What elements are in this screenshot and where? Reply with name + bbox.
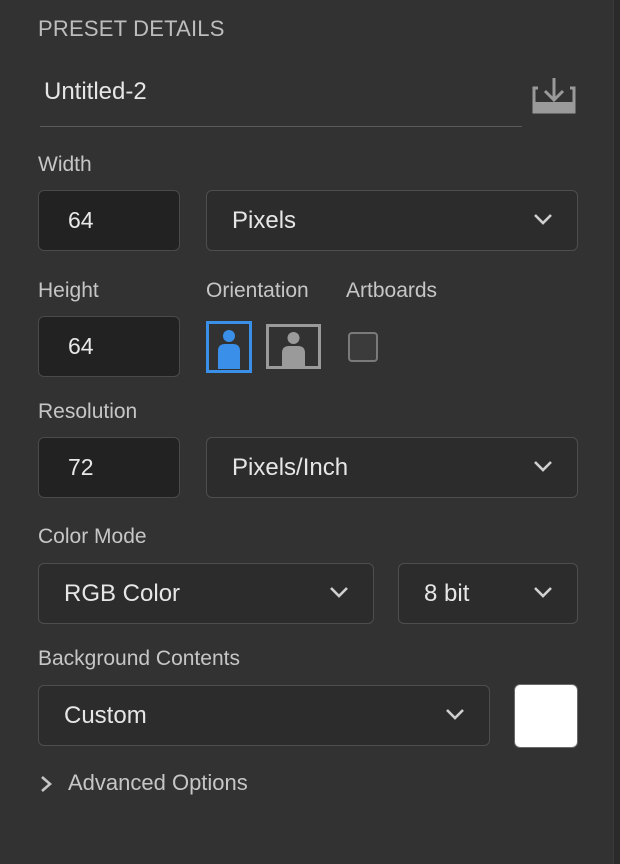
width-unit-value: Pixels <box>232 207 297 234</box>
background-color-swatch[interactable] <box>514 684 578 748</box>
chevron-down-icon <box>534 461 552 472</box>
preset-name-field[interactable]: Untitled-2 <box>44 78 147 106</box>
chevron-right-icon <box>41 776 52 792</box>
resolution-input[interactable]: 72 <box>38 437 180 498</box>
save-preset-icon <box>532 78 576 114</box>
panel-scroll-edge <box>613 0 620 864</box>
section-title: PRESET DETAILS <box>38 16 225 41</box>
width-unit-dropdown[interactable]: Pixels <box>206 190 578 251</box>
chevron-down-icon <box>534 214 552 225</box>
resolution-unit-value: Pixels/Inch <box>232 454 349 481</box>
chevron-down-icon <box>446 709 464 720</box>
preset-name-underline <box>40 126 522 127</box>
artboards-label: Artboards <box>346 279 438 302</box>
portrait-orientation-button[interactable] <box>206 321 252 373</box>
chevron-down-icon <box>534 587 552 598</box>
landscape-icon <box>266 324 321 369</box>
landscape-orientation-button[interactable] <box>266 324 321 369</box>
bit-depth-dropdown[interactable]: 8 bit <box>398 563 578 624</box>
bit-depth-value: 8 bit <box>424 580 470 607</box>
orientation-label: Orientation <box>206 279 309 302</box>
color-mode-value: RGB Color <box>64 580 181 607</box>
resolution-label: Resolution <box>38 400 138 423</box>
height-label: Height <box>38 279 99 302</box>
color-mode-dropdown[interactable]: RGB Color <box>38 563 374 624</box>
color-mode-label: Color Mode <box>38 525 147 548</box>
portrait-icon <box>206 321 252 373</box>
background-contents-label: Background Contents <box>38 647 240 670</box>
advanced-options-label: Advanced Options <box>68 770 248 795</box>
width-label: Width <box>38 153 92 176</box>
height-input[interactable]: 64 <box>38 316 180 377</box>
preset-details-panel: PRESET DETAILS Untitled-2 Width 64 Pixel… <box>0 0 614 864</box>
resolution-unit-dropdown[interactable]: Pixels/Inch <box>206 437 578 498</box>
width-input[interactable]: 64 <box>38 190 180 251</box>
background-contents-value: Custom <box>64 702 147 729</box>
save-preset-button[interactable] <box>530 74 578 116</box>
artboards-checkbox[interactable] <box>348 332 378 362</box>
background-contents-dropdown[interactable]: Custom <box>38 685 490 746</box>
chevron-down-icon <box>330 587 348 598</box>
